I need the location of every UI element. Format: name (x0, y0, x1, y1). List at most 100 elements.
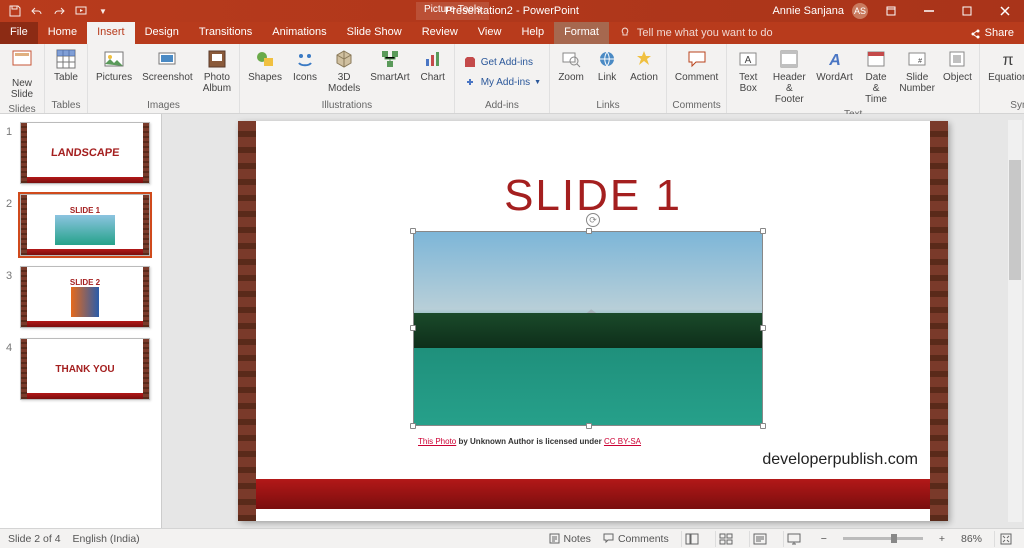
shapes-button[interactable]: Shapes (244, 46, 286, 98)
textbox-button[interactable]: AText Box (731, 46, 765, 107)
store-icon (464, 56, 476, 68)
smartart-button[interactable]: SmartArt (366, 46, 413, 98)
ribbon: New Slide Slides Table Tables Pictures S… (0, 44, 1024, 114)
datetime-button[interactable]: Date & Time (858, 46, 895, 107)
resize-handle[interactable] (586, 228, 592, 234)
slide-thumbnails-panel: 1 LANDSCAPE 2 SLIDE 1 3 SLIDE 2 4 THANK … (0, 114, 162, 528)
user-name[interactable]: Annie Sanjana (772, 5, 844, 17)
tab-help[interactable]: Help (511, 22, 554, 44)
object-button[interactable]: Object (940, 46, 975, 107)
photo-album-button[interactable]: Photo Album (199, 46, 235, 98)
chart-button[interactable]: Chart (416, 46, 450, 98)
maximize-icon[interactable] (952, 0, 982, 22)
tab-review[interactable]: Review (412, 22, 468, 44)
thumbnail-2[interactable]: 2 SLIDE 1 (6, 194, 155, 256)
zoom-in-button[interactable]: + (935, 533, 949, 545)
ribbon-display-icon[interactable] (876, 0, 906, 22)
tab-format[interactable]: Format (554, 22, 609, 44)
slide-number-button[interactable]: #Slide Number (896, 46, 937, 107)
tab-view[interactable]: View (468, 22, 512, 44)
link-button[interactable]: Link (590, 46, 624, 98)
zoom-out-button[interactable]: − (817, 533, 831, 545)
svg-text:#: # (918, 58, 922, 65)
share-button[interactable]: Share (960, 22, 1024, 44)
selected-picture[interactable] (413, 231, 763, 426)
equation-button[interactable]: πEquation (984, 46, 1024, 98)
header-footer-button[interactable]: Header & Footer (767, 46, 811, 107)
lightbulb-icon (619, 27, 631, 39)
action-icon (634, 49, 654, 69)
textbox-icon: A (738, 49, 758, 69)
action-button[interactable]: Action (626, 46, 662, 98)
tab-home[interactable]: Home (38, 22, 87, 44)
minimize-icon[interactable] (914, 0, 944, 22)
pictures-button[interactable]: Pictures (92, 46, 136, 98)
tab-transitions[interactable]: Transitions (189, 22, 262, 44)
reading-view-button[interactable] (749, 531, 771, 547)
cube-icon (334, 49, 354, 69)
comment-button[interactable]: Comment (671, 46, 722, 98)
slide-canvas[interactable]: SLIDE 1 ⟳ This Photo by Unknown Author i… (238, 121, 948, 521)
slide-indicator[interactable]: Slide 2 of 4 (8, 533, 61, 545)
notes-button[interactable]: Notes (549, 533, 591, 545)
tab-animations[interactable]: Animations (262, 22, 336, 44)
new-slide-button[interactable]: New Slide (4, 46, 40, 102)
tab-file[interactable]: File (0, 22, 38, 44)
qat-dropdown-icon[interactable]: ▼ (94, 2, 112, 20)
datetime-icon (866, 49, 886, 69)
icons-button[interactable]: Icons (288, 46, 322, 98)
object-icon (947, 49, 967, 69)
new-slide-icon (11, 49, 33, 75)
group-links: Links (554, 98, 662, 113)
icons-icon (295, 49, 315, 69)
thumbnail-1[interactable]: 1 LANDSCAPE (6, 122, 155, 184)
resize-handle[interactable] (760, 325, 766, 331)
vertical-scrollbar[interactable] (1008, 120, 1022, 522)
tab-insert[interactable]: Insert (87, 22, 135, 44)
normal-view-button[interactable] (681, 531, 703, 547)
save-icon[interactable] (6, 2, 24, 20)
resize-handle[interactable] (586, 423, 592, 429)
language-indicator[interactable]: English (India) (73, 533, 140, 545)
picture-caption[interactable]: This Photo by Unknown Author is licensed… (418, 437, 641, 446)
zoom-button[interactable]: Zoom (554, 46, 588, 98)
close-icon[interactable] (990, 0, 1020, 22)
zoom-level[interactable]: 86% (961, 533, 982, 545)
screenshot-icon (157, 49, 177, 69)
thumbnail-4[interactable]: 4 THANK YOU (6, 338, 155, 400)
table-button[interactable]: Table (49, 46, 83, 98)
zoom-slider[interactable] (843, 537, 923, 540)
slide-edit-area[interactable]: SLIDE 1 ⟳ This Photo by Unknown Author i… (162, 114, 1024, 528)
resize-handle[interactable] (760, 228, 766, 234)
fit-to-window-button[interactable] (994, 531, 1016, 547)
slide-sorter-view-button[interactable] (715, 531, 737, 547)
wordart-button[interactable]: AWordArt (813, 46, 855, 107)
thumbnail-3[interactable]: 3 SLIDE 2 (6, 266, 155, 328)
table-icon (56, 49, 76, 69)
status-bar: Slide 2 of 4 English (India) Notes Comme… (0, 528, 1024, 548)
rotate-handle-icon[interactable]: ⟳ (586, 213, 600, 227)
avatar[interactable]: AS (852, 3, 868, 19)
resize-handle[interactable] (760, 423, 766, 429)
scrollbar-thumb[interactable] (1009, 160, 1021, 280)
link-icon (597, 49, 617, 69)
zoom-slider-thumb[interactable] (891, 534, 897, 543)
resize-handle[interactable] (410, 325, 416, 331)
chart-icon (423, 49, 443, 69)
screenshot-button[interactable]: Screenshot (138, 46, 197, 98)
tab-slideshow[interactable]: Slide Show (337, 22, 412, 44)
undo-icon[interactable] (28, 2, 46, 20)
redo-icon[interactable] (50, 2, 68, 20)
tell-me-search[interactable]: Tell me what you want to do (609, 22, 783, 44)
comments-button[interactable]: Comments (603, 533, 669, 545)
start-from-beginning-icon[interactable] (72, 2, 90, 20)
tab-design[interactable]: Design (135, 22, 189, 44)
group-symbols: Symbols (984, 98, 1024, 113)
resize-handle[interactable] (410, 228, 416, 234)
get-addins-button[interactable]: Get Add-ins (459, 53, 537, 71)
resize-handle[interactable] (410, 423, 416, 429)
my-addins-button[interactable]: My Add-ins ▼ (459, 73, 545, 91)
addins-icon (464, 76, 476, 88)
3d-models-button[interactable]: 3D Models (324, 46, 364, 98)
slideshow-view-button[interactable] (783, 531, 805, 547)
